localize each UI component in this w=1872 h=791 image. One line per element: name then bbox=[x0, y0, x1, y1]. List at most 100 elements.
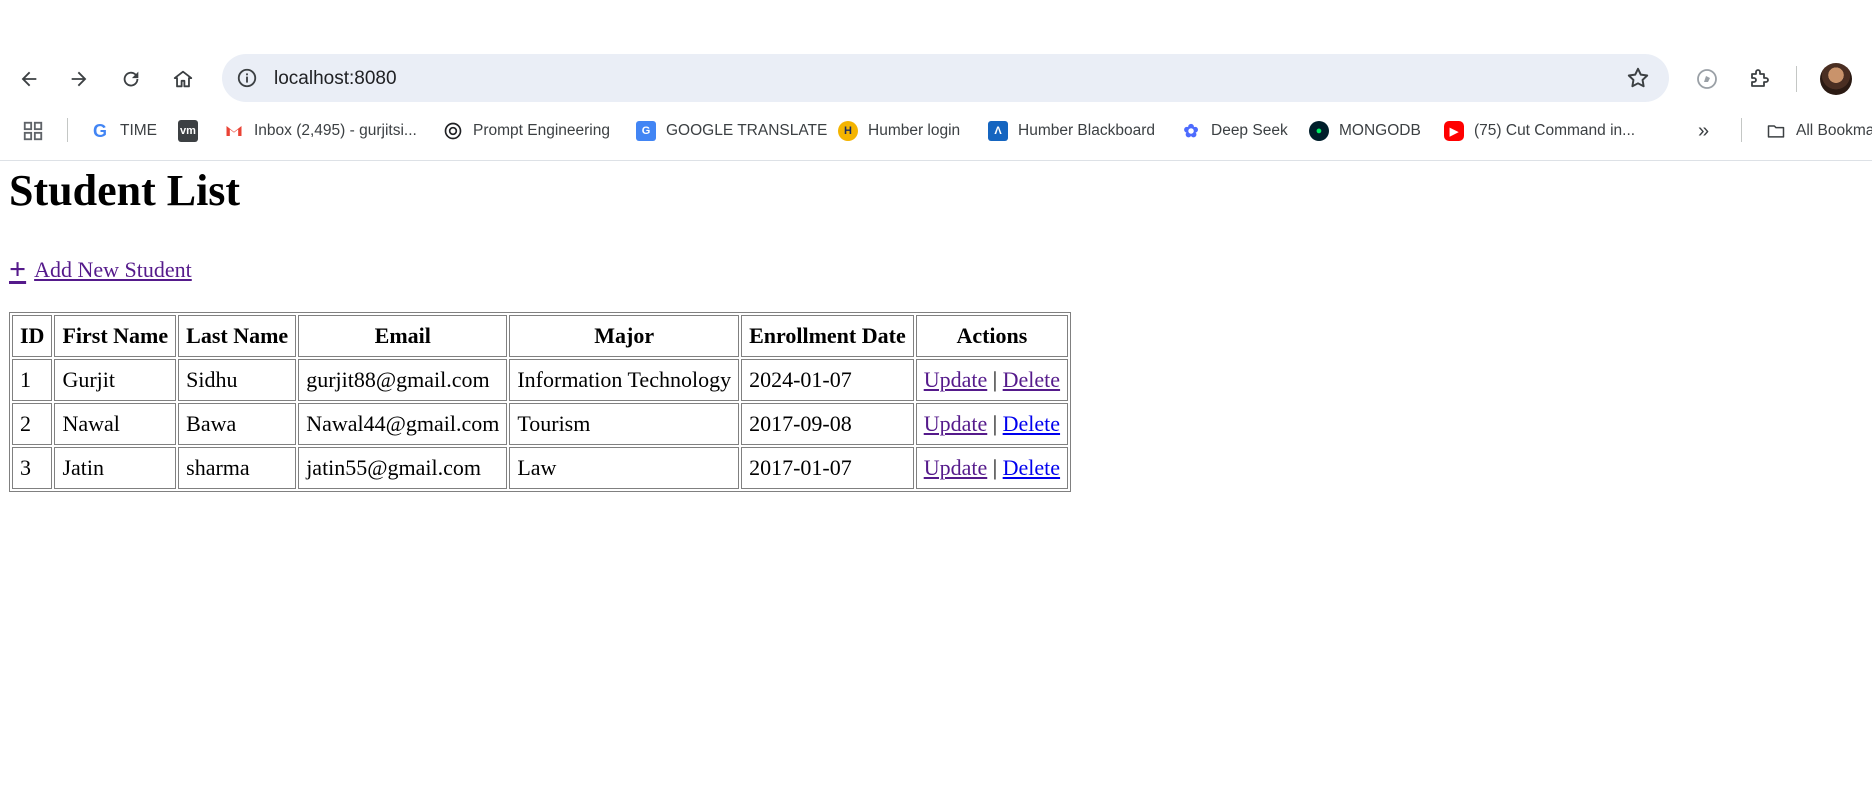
deepseek-icon: ✿ bbox=[1183, 120, 1199, 141]
bookmark-label: All Bookmarks bbox=[1796, 122, 1872, 139]
bookmark-label: GOOGLE TRANSLATE bbox=[666, 122, 828, 139]
address-bar[interactable]: localhost:8080 bbox=[222, 54, 1669, 102]
humber-icon: H bbox=[838, 121, 858, 141]
cell-last-name: Bawa bbox=[178, 403, 297, 445]
cell-major: Law bbox=[509, 447, 740, 489]
update-link[interactable]: Update bbox=[924, 455, 988, 480]
cell-email: Nawal44@gmail.com bbox=[298, 403, 508, 445]
cell-email: jatin55@gmail.com bbox=[298, 447, 508, 489]
bookmark-label: TIME bbox=[120, 122, 158, 139]
update-link[interactable]: Update bbox=[924, 411, 988, 436]
delete-link[interactable]: Delete bbox=[1003, 411, 1060, 436]
bookmark-label: MONGODB bbox=[1339, 122, 1421, 139]
cell-id: 2 bbox=[12, 403, 53, 445]
bookmarks-divider bbox=[1741, 118, 1742, 142]
bookmark-time[interactable]: G TIME bbox=[90, 118, 157, 144]
cell-actions: Update | Delete bbox=[915, 403, 1069, 445]
cell-major: Information Technology bbox=[509, 359, 740, 401]
bookmark-vm[interactable]: vm bbox=[178, 118, 208, 144]
bookmark-label: Humber login bbox=[868, 122, 961, 139]
cell-major: Tourism bbox=[509, 403, 740, 445]
page-content: Student List + Add New Student ID First … bbox=[0, 161, 1872, 791]
bookmark-humber-blackboard[interactable]: Λ Humber Blackboard bbox=[988, 118, 1155, 144]
column-header-email: Email bbox=[298, 315, 508, 357]
cell-id: 3 bbox=[12, 447, 53, 489]
column-header-enrollment-date: Enrollment Date bbox=[741, 315, 914, 357]
cell-enrollment-date: 2024-01-07 bbox=[741, 359, 914, 401]
mongodb-icon: ● bbox=[1309, 121, 1329, 141]
site-info-icon[interactable] bbox=[232, 63, 262, 93]
cell-actions: Update | Delete bbox=[915, 359, 1069, 401]
bookmark-label: Deep Seek bbox=[1211, 122, 1288, 139]
bookmark-label: Inbox (2,495) - gurjitsi... bbox=[254, 122, 417, 139]
bookmark-deep-seek[interactable]: ✿ Deep Seek bbox=[1181, 118, 1288, 144]
student-table: ID First Name Last Name Email Major Enro… bbox=[9, 312, 1072, 492]
cell-id: 1 bbox=[12, 359, 53, 401]
action-separator: | bbox=[992, 411, 998, 436]
table-row: 2 Nawal Bawa Nawal44@gmail.com Tourism 2… bbox=[12, 403, 1069, 445]
arrow-right-icon bbox=[71, 71, 87, 87]
openai-icon bbox=[443, 121, 463, 141]
table-header-row: ID First Name Last Name Email Major Enro… bbox=[12, 315, 1069, 357]
vm-icon: vm bbox=[178, 120, 198, 142]
folder-icon bbox=[1766, 121, 1786, 141]
home-button[interactable] bbox=[166, 62, 200, 96]
update-link[interactable]: Update bbox=[924, 367, 988, 392]
reload-icon bbox=[123, 71, 139, 87]
bookmark-google-translate[interactable]: G GOOGLE TRANSLATE bbox=[636, 118, 827, 144]
bookmark-gmail[interactable]: Inbox (2,495) - gurjitsi... bbox=[224, 118, 417, 144]
bookmark-humber-login[interactable]: H Humber login bbox=[838, 118, 960, 144]
cell-enrollment-date: 2017-01-07 bbox=[741, 447, 914, 489]
more-bookmarks-chevron-icon[interactable]: » bbox=[1698, 118, 1709, 144]
back-button[interactable] bbox=[12, 62, 46, 96]
browser-toolbar: localhost:8080 bbox=[0, 50, 1872, 106]
page-title: Student List bbox=[9, 166, 241, 215]
apps-grid-icon[interactable] bbox=[22, 118, 44, 144]
cell-last-name: Sidhu bbox=[178, 359, 297, 401]
arrow-left-icon bbox=[21, 71, 37, 87]
extensions-puzzle-icon[interactable] bbox=[1742, 62, 1776, 96]
bookmark-label: Humber Blackboard bbox=[1018, 122, 1155, 139]
toolbar-divider bbox=[1796, 66, 1797, 92]
profile-avatar[interactable] bbox=[1820, 63, 1852, 95]
cell-first-name: Nawal bbox=[54, 403, 177, 445]
cell-first-name: Jatin bbox=[54, 447, 177, 489]
all-bookmarks-folder[interactable]: All Bookmarks bbox=[1766, 118, 1872, 144]
bookmark-label: (75) Cut Command in... bbox=[1474, 122, 1636, 139]
bookmark-mongodb[interactable]: ● MONGODB bbox=[1309, 118, 1421, 144]
forward-button[interactable] bbox=[62, 62, 96, 96]
reload-button[interactable] bbox=[114, 62, 148, 96]
bookmark-star-icon[interactable] bbox=[1625, 65, 1651, 91]
delete-link[interactable]: Delete bbox=[1003, 367, 1060, 392]
action-separator: | bbox=[992, 367, 998, 392]
bookmarks-divider bbox=[67, 118, 68, 142]
column-header-actions: Actions bbox=[915, 315, 1069, 357]
cell-enrollment-date: 2017-09-08 bbox=[741, 403, 914, 445]
action-separator: | bbox=[992, 455, 998, 480]
blackboard-icon: Λ bbox=[988, 121, 1008, 141]
delete-link[interactable]: Delete bbox=[1003, 455, 1060, 480]
bookmarks-bar: G TIME vm Inbox (2,495) - gurjitsi... Pr… bbox=[0, 112, 1872, 148]
column-header-last-name: Last Name bbox=[178, 315, 297, 357]
table-row: 1 Gurjit Sidhu gurjit88@gmail.com Inform… bbox=[12, 359, 1069, 401]
browser-chrome: localhost:8080 G TIME vm Inbox (2,495) -… bbox=[0, 0, 1872, 161]
bookmark-youtube[interactable]: ▶ (75) Cut Command in... bbox=[1444, 118, 1635, 144]
cell-actions: Update | Delete bbox=[915, 447, 1069, 489]
url-text[interactable]: localhost:8080 bbox=[274, 68, 397, 90]
plus-icon: + bbox=[9, 253, 27, 286]
table-row: 3 Jatin sharma jatin55@gmail.com Law 201… bbox=[12, 447, 1069, 489]
gmail-icon bbox=[224, 121, 244, 141]
bookmark-label: Prompt Engineering bbox=[473, 122, 610, 139]
extension-compass-icon[interactable] bbox=[1690, 62, 1724, 96]
column-header-major: Major bbox=[509, 315, 740, 357]
cell-last-name: sharma bbox=[178, 447, 297, 489]
cell-first-name: Gurjit bbox=[54, 359, 177, 401]
youtube-icon: ▶ bbox=[1444, 121, 1464, 141]
translate-icon: G bbox=[636, 121, 656, 141]
cell-email: gurjit88@gmail.com bbox=[298, 359, 508, 401]
add-new-student-link[interactable]: + Add New Student bbox=[9, 253, 192, 286]
bookmark-prompt-engineering[interactable]: Prompt Engineering bbox=[443, 118, 610, 144]
column-header-id: ID bbox=[12, 315, 53, 357]
google-icon: G bbox=[92, 120, 107, 141]
home-icon bbox=[173, 70, 193, 88]
